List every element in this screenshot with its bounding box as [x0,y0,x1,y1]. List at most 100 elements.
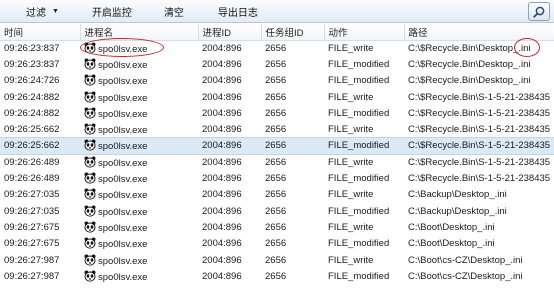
cell-path: C:\Boot\Desktop_.ini [408,238,495,250]
panda-icon [84,123,96,135]
process-name: spo0lsv.exe [98,43,148,55]
table-row[interactable]: 09:26:27:675 spo0lsv.exe 2004:896 2656 FILE_… [0,219,554,235]
column-header-path[interactable]: 路径 [404,24,554,41]
cell-time: 09:26:27:675 [4,221,60,233]
cell-group-id: 2656 [261,137,324,155]
panda-icon [84,237,96,249]
cell-action: FILE_modified [328,238,390,250]
table-header-row: 时间 进程名 进程ID 任务组ID 动作 路径 [0,24,554,41]
panda-icon [84,91,96,103]
cell-group-id: 2656 [265,58,287,70]
column-header-time[interactable]: 时间 [0,24,81,41]
cell-pid: 2004:896 [202,107,242,119]
panda-icon [84,58,96,70]
export-log-button[interactable]: 导出日志 [212,0,264,23]
table-row[interactable]: 09:26:26:489 spo0lsv.exe 2004:896 2656 FILE_… [0,170,554,186]
table-row[interactable]: 09:26:27:987 spo0lsv.exe 2004:896 2656 FILE_… [0,268,554,284]
table-row[interactable]: 09:26:26:489 spo0lsv.exe 2004:896 2656 FILE_… [0,154,554,170]
cell-path: C:\$Recycle.Bin\S-1-5-21-238435 [408,173,551,185]
cell-time: 09:26:27:987 [4,270,60,282]
cell-action: FILE_write [328,42,374,54]
process-name: spo0lsv.exe [98,59,148,71]
event-log-table-container[interactable]: 时间 进程名 进程ID 任务组ID 动作 路径 09:26:23:837 spo0… [0,24,554,288]
cell-pid: 2004:896 [202,156,242,168]
column-header-group-id[interactable]: 任务组ID [261,24,325,41]
cell-path: C:\$Recycle.Bin\S-1-5-21-238435 [408,91,551,103]
cell-pid: 2004:896 [202,205,242,217]
cell-time: 09:26:24:882 [4,107,60,119]
cell-time: 09:26:24:726 [4,75,60,87]
cell-group-id: 2656 [265,107,287,119]
cell-path: C:\$Recycle.Bin\S-1-5-21-238435 [408,123,551,135]
filter-dropdown-button[interactable]: 过滤 ▼ [20,0,65,23]
cell-process: spo0lsv.exe [80,89,198,105]
cell-group-id: 2656 [265,156,287,168]
process-name: spo0lsv.exe [98,92,148,104]
cell-path: C:\$Recycle.Bin\Desktop_.ini [408,75,531,87]
table-row[interactable]: 09:26:24:882 spo0lsv.exe 2004:896 2656 FILE_… [0,105,554,121]
cell-group-id: 2656 [265,254,287,266]
panda-icon [84,74,96,86]
cell-path: C:\$Recycle.Bin\S-1-5-21-238435 [408,107,551,119]
table-row[interactable]: 09:26:27:987 spo0lsv.exe 2004:896 2656 FILE_… [0,252,554,268]
table-row[interactable]: 09:26:27:675 spo0lsv.exe 2004:896 2656 FILE_… [0,236,554,252]
column-header-action[interactable]: 动作 [324,24,405,41]
search-button[interactable] [528,2,550,21]
table-row[interactable]: 09:26:23:837 spo0lsv.exe 2004:896 2656 FILE_… [0,56,554,72]
table-row[interactable]: 09:26:24:726 spo0lsv.exe 2004:896 2656 FILE_… [0,73,554,89]
cell-group-id: 2656 [265,189,287,201]
cell-pid: 2004:896 [198,137,261,155]
cell-process: spo0lsv.exe [80,56,198,72]
cell-time: 09:26:27:035 [4,189,60,201]
column-header-pid[interactable]: 进程ID [198,24,262,41]
table-row[interactable]: 09:26:25:662 spo0lsv.exe 2004:896 2656 FILE_… [0,121,554,137]
panda-icon [84,221,96,233]
cell-group-id: 2656 [265,221,287,233]
cell-action: FILE_modified [328,270,390,282]
cell-group-id: 2656 [265,238,287,250]
cell-time: 09:26:27:035 [4,205,60,217]
dropdown-arrow-icon: ▼ [52,7,59,15]
cell-process: spo0lsv.exe [80,137,198,155]
cell-process: spo0lsv.exe [80,40,198,56]
panda-icon [84,270,96,282]
panda-icon [84,188,96,200]
cell-time: 09:26:27:675 [4,238,60,250]
start-monitor-button[interactable]: 开启监控 [86,0,138,23]
table-row[interactable]: 09:26:25:662 spo0lsv.exe 2004:896 2656 FILE_… [0,137,554,155]
cell-process: spo0lsv.exe [80,154,198,170]
cell-time: 09:26:26:489 [4,156,60,168]
panda-icon [84,172,96,184]
panda-icon [84,156,96,168]
cell-pid: 2004:896 [202,270,242,282]
cell-action: FILE_modified [324,137,404,155]
cell-time: 09:26:26:489 [4,173,60,185]
table-row[interactable]: 09:26:24:882 spo0lsv.exe 2004:896 2656 FILE_… [0,89,554,105]
event-log-table: 时间 进程名 进程ID 任务组ID 动作 路径 09:26:23:837 spo0… [0,24,554,284]
process-name: spo0lsv.exe [98,222,148,234]
cell-action: FILE_modified [328,58,390,70]
table-row[interactable]: 09:26:23:837 spo0lsv.exe 2004:896 2656 FILE_… [0,40,554,56]
cell-pid: 2004:896 [202,221,242,233]
process-name: spo0lsv.exe [98,239,148,251]
panda-icon [84,254,96,266]
search-icon [533,6,545,18]
cell-group-id: 2656 [265,173,287,185]
cell-action: FILE_write [328,156,374,168]
cell-group-id: 2656 [265,270,287,282]
clear-button[interactable]: 清空 [158,0,190,23]
process-name: spo0lsv.exe [98,157,148,169]
cell-time: 09:26:25:662 [4,123,60,135]
cell-path: C:\Boot\cs-CZ\Desktop_.ini [408,270,523,282]
table-row[interactable]: 09:26:27:035 spo0lsv.exe 2004:896 2656 FILE_… [0,187,554,203]
cell-process: spo0lsv.exe [80,187,198,203]
column-header-process[interactable]: 进程名 [80,24,199,41]
panda-icon [84,107,96,119]
table-row[interactable]: 09:26:27:035 spo0lsv.exe 2004:896 2656 FILE_… [0,203,554,219]
cell-action: FILE_write [328,189,374,201]
process-name: spo0lsv.exe [98,108,148,120]
cell-path: C:\Backup\Desktop_.ini [408,189,507,201]
cell-process: spo0lsv.exe [80,170,198,186]
cell-process: spo0lsv.exe [80,219,198,235]
cell-pid: 2004:896 [202,173,242,185]
